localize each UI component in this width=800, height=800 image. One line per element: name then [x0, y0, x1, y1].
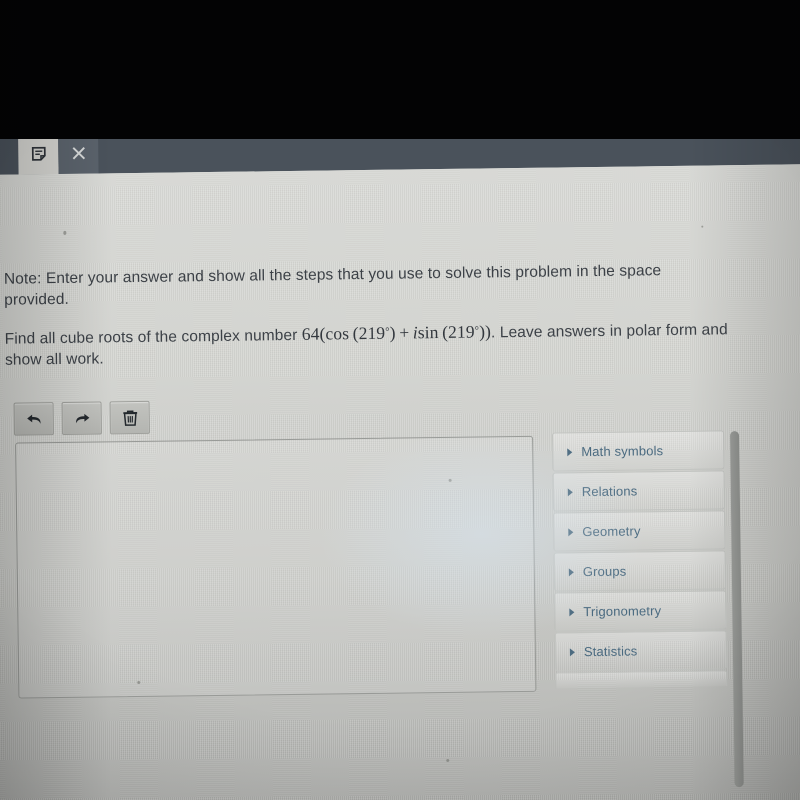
redo-arrow-icon — [72, 410, 91, 426]
chevron-right-icon — [569, 647, 575, 656]
math-sin: sin — [417, 322, 439, 343]
problem-text-before: Find all cube roots of the complex numbe… — [4, 326, 302, 348]
math-coefficient: 64 — [301, 323, 320, 344]
math-close-paren: )) — [478, 321, 492, 342]
math-expression: 64(cos (219°) + isin (219°)) — [301, 321, 492, 344]
math-angle-cos: 219 — [358, 322, 386, 344]
sidebar-item-math-symbols[interactable]: Math symbols — [552, 430, 725, 472]
photographed-screen: Note: Enter your answer and show all the… — [0, 0, 800, 800]
dust-speck — [63, 230, 67, 235]
chevron-right-icon — [567, 447, 573, 456]
sidebar-item-label: Groups — [582, 563, 627, 580]
sidebar-item-label: Relations — [581, 483, 638, 500]
sidebar-item-next-partial[interactable] — [555, 670, 728, 689]
dust-speck — [701, 225, 704, 228]
chevron-right-icon — [568, 527, 574, 536]
dust-speck — [446, 758, 450, 762]
screen-surface: Note: Enter your answer and show all the… — [0, 119, 800, 800]
chevron-right-icon — [567, 487, 573, 496]
sidebar-item-geometry[interactable]: Geometry — [553, 510, 726, 552]
editor-toolbar — [13, 400, 150, 436]
top-black-bezel — [0, 0, 800, 139]
note-icon — [30, 145, 47, 162]
math-symbol-panel: Math symbols Relations Geometry Groups T… — [552, 430, 728, 689]
page-content: Note: Enter your answer and show all the… — [1, 164, 800, 800]
instruction-note: Note: Enter your answer and show all the… — [3, 262, 662, 309]
sidebar-item-relations[interactable]: Relations — [552, 470, 726, 512]
panel-scrollbar[interactable] — [730, 431, 744, 788]
delete-button[interactable] — [109, 400, 150, 435]
undo-button[interactable] — [13, 402, 54, 436]
chevron-right-icon — [569, 607, 575, 616]
sidebar-item-label: Geometry — [582, 523, 641, 540]
sidebar-item-label: Trigonometry — [583, 603, 662, 620]
chevron-right-icon — [568, 567, 574, 576]
sidebar-item-label: Statistics — [583, 643, 638, 660]
sidebar-item-groups[interactable]: Groups — [553, 550, 727, 592]
undo-arrow-icon — [24, 411, 43, 427]
redo-button[interactable] — [61, 401, 102, 435]
math-angle-sin: 219 — [447, 321, 475, 342]
answer-input-area[interactable] — [15, 435, 537, 699]
math-plus: + — [399, 322, 410, 343]
close-icon — [70, 144, 87, 161]
problem-statement: Find all cube roots of the complex numbe… — [5, 317, 732, 370]
math-degree-cos: ° — [385, 325, 390, 338]
sidebar-item-label: Math symbols — [581, 443, 664, 460]
dust-speck — [448, 478, 452, 482]
dust-speck — [137, 680, 141, 685]
sidebar-item-statistics[interactable]: Statistics — [554, 630, 728, 672]
math-cos: cos — [325, 323, 350, 344]
sidebar-item-trigonometry[interactable]: Trigonometry — [554, 590, 727, 632]
trash-icon — [121, 408, 138, 426]
assignment-page: Note: Enter your answer and show all the… — [0, 164, 800, 800]
